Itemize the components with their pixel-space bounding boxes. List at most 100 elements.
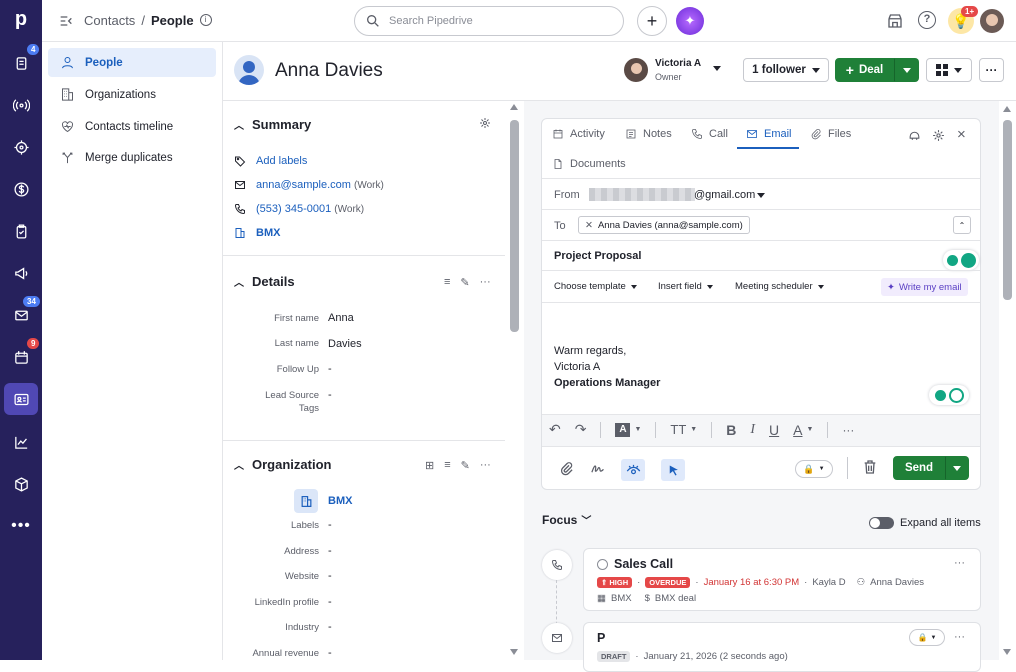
insert-field-dropdown[interactable]: Insert field <box>658 281 713 292</box>
subnav-item-timeline[interactable]: Contacts timeline <box>48 112 216 141</box>
link-tracking-icon[interactable] <box>661 459 685 481</box>
contacts-icon[interactable] <box>4 383 38 415</box>
meeting-scheduler-dropdown[interactable]: Meeting scheduler <box>735 281 824 292</box>
scroll-down-arrow[interactable] <box>1003 649 1011 655</box>
ai-helmet-icon[interactable] <box>908 129 921 145</box>
delete-draft-icon[interactable] <box>862 459 878 478</box>
summary-settings-icon[interactable] <box>479 117 491 132</box>
breadcrumb-contacts[interactable]: Contacts <box>84 13 135 28</box>
dollar-icon[interactable] <box>0 172 42 206</box>
field-value[interactable]: - <box>328 519 332 531</box>
user-avatar[interactable] <box>980 9 1004 33</box>
attach-icon[interactable] <box>559 461 574 480</box>
underline-icon[interactable]: U <box>769 422 779 438</box>
chevron-down-icon[interactable]: ▼ <box>807 426 814 433</box>
field-value[interactable]: - <box>328 647 332 659</box>
org-name-link[interactable]: BMX <box>328 495 352 507</box>
body-line-3[interactable]: Operations Manager <box>554 377 660 389</box>
body-line-1[interactable]: Warm regards, <box>554 345 626 357</box>
summary-org-link[interactable]: BMX <box>256 227 280 239</box>
megaphone-icon[interactable] <box>0 256 42 290</box>
view-switch-button[interactable] <box>926 58 972 82</box>
marketplace-icon[interactable] <box>886 12 904 33</box>
insights-icon[interactable] <box>0 425 42 459</box>
close-icon[interactable]: × <box>957 126 966 143</box>
leads-icon[interactable] <box>0 88 42 122</box>
redo-icon[interactable]: ↷ <box>575 421 587 438</box>
subnav-item-organizations[interactable]: Organizations <box>48 80 216 109</box>
activity-org[interactable]: BMX <box>611 593 632 604</box>
more-icon[interactable]: ··· <box>480 276 491 289</box>
products-icon[interactable] <box>0 467 42 501</box>
choose-template-dropdown[interactable]: Choose template <box>554 281 637 292</box>
settings-gear-icon[interactable] <box>932 129 945 145</box>
activity-title[interactable]: Sales Call <box>614 557 673 571</box>
scroll-up-arrow[interactable] <box>510 104 518 110</box>
subnav-item-people[interactable]: People <box>48 48 216 77</box>
left-scrollbar-thumb[interactable] <box>510 120 519 332</box>
edit-icon[interactable]: ✎ <box>460 276 469 289</box>
search-input[interactable]: Search Pipedrive <box>354 6 624 36</box>
bold-icon[interactable]: B <box>726 422 736 438</box>
signature-icon[interactable] <box>590 461 605 480</box>
right-scrollbar-thumb[interactable] <box>1003 120 1012 300</box>
tab-files[interactable]: Files <box>810 128 851 140</box>
field-value[interactable]: - <box>328 545 332 557</box>
from-dropdown-icon[interactable] <box>757 193 765 198</box>
more-actions-button[interactable]: ··· <box>979 58 1004 82</box>
draft-more-icon[interactable]: ··· <box>954 631 965 643</box>
field-value[interactable]: - <box>328 621 332 633</box>
add-labels-link[interactable]: Add labels <box>256 155 307 167</box>
chevron-down-icon[interactable]: ▼ <box>690 426 697 433</box>
tab-documents[interactable]: Documents <box>552 158 626 170</box>
target-icon[interactable] <box>0 130 42 164</box>
tab-email[interactable]: Email <box>746 128 792 140</box>
summary-add-labels[interactable]: Add labels <box>234 155 307 167</box>
draft-privacy-button[interactable]: 🔒 ▼ <box>909 629 945 646</box>
info-icon[interactable]: i <box>199 14 212 26</box>
send-button[interactable]: Send <box>893 456 945 480</box>
focus-header[interactable]: Focus ﹀ <box>542 512 591 528</box>
activity-person[interactable]: Anna Davies <box>870 577 924 588</box>
clipboard-icon[interactable] <box>0 214 42 248</box>
activity-more-icon[interactable]: ··· <box>954 557 965 569</box>
draft-title[interactable]: P <box>597 631 605 645</box>
grammarly-body-widget[interactable] <box>929 385 969 405</box>
field-value[interactable]: - <box>328 389 332 401</box>
write-my-email-button[interactable]: ✦ Write my email <box>881 278 968 296</box>
filter-icon[interactable]: ≡ <box>444 276 450 289</box>
scroll-down-arrow[interactable] <box>510 649 518 655</box>
field-value[interactable]: - <box>328 570 332 582</box>
tab-notes[interactable]: Notes <box>625 128 672 140</box>
font-size-icon[interactable]: TT <box>670 422 686 437</box>
add-deal-button[interactable]: + Deal <box>835 58 894 82</box>
tracking-eye-icon[interactable] <box>621 459 645 481</box>
edit-icon[interactable]: ✎ <box>461 459 470 472</box>
owner-name[interactable]: Victoria A <box>655 58 701 69</box>
expand-all-toggle[interactable] <box>869 517 894 529</box>
privacy-lock-button[interactable]: 🔒 ▼ <box>795 460 833 478</box>
recipient-chip[interactable]: ✕ Anna Davies (anna@sample.com) <box>578 216 750 234</box>
scroll-up-arrow[interactable] <box>1003 106 1011 112</box>
body-line-2[interactable]: Victoria A <box>554 361 600 373</box>
field-value[interactable]: - <box>328 596 332 608</box>
quick-add-button[interactable]: + <box>637 6 667 36</box>
complete-checkbox[interactable] <box>597 559 608 570</box>
pipedrive-logo[interactable]: p <box>0 2 42 36</box>
activity-assignee[interactable]: Kayla D <box>812 577 845 588</box>
more-icon[interactable]: ••• <box>0 509 42 543</box>
summary-email[interactable]: anna@sample.com <box>256 179 351 191</box>
tab-activity[interactable]: Activity <box>552 128 605 140</box>
summary-phone[interactable]: (553) 345-0001 <box>256 203 331 215</box>
deal-dropdown-button[interactable] <box>894 58 919 82</box>
text-color-icon[interactable]: A <box>615 422 631 437</box>
grammarly-widget[interactable] <box>943 250 979 270</box>
field-value[interactable]: - <box>328 363 332 375</box>
expand-recipients-icon[interactable]: ⌃ <box>953 216 971 234</box>
italic-icon[interactable]: I <box>750 422 755 438</box>
field-value[interactable]: Anna <box>328 312 354 324</box>
subnav-item-merge[interactable]: Merge duplicates <box>48 143 216 172</box>
summary-header[interactable]: ︿ Summary <box>234 117 311 132</box>
organization-header[interactable]: ︿ Organization <box>234 457 331 472</box>
from-value[interactable]: @gmail.com <box>694 189 755 201</box>
